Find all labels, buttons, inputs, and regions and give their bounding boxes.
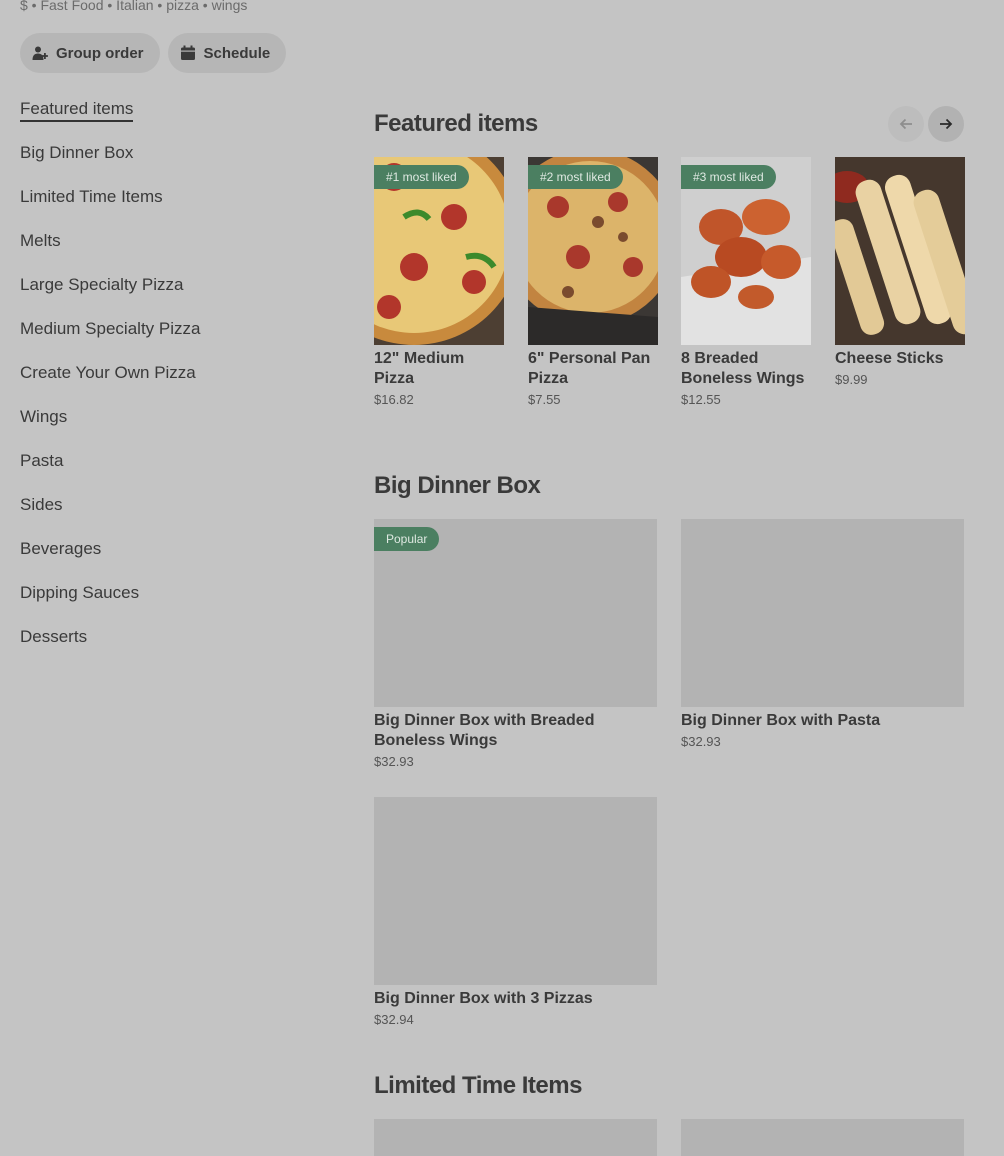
item-name: Big Dinner Box with Pasta (681, 712, 881, 729)
sidebar-item-big-dinner-box[interactable]: Big Dinner Box (20, 136, 320, 180)
sidebar-item-wings[interactable]: Wings (20, 400, 320, 444)
group-order-label: Group order (56, 44, 144, 62)
sidebar-item-desserts[interactable]: Desserts (20, 620, 320, 664)
big-dinner-box-section-title: Big Dinner Box (374, 472, 541, 499)
arrow-left-icon (898, 116, 914, 132)
item-image-placeholder (374, 797, 657, 985)
sidebar-item-melts[interactable]: Melts (20, 224, 320, 268)
calendar-icon (180, 45, 196, 61)
sidebar-item-label: Limited Time Items (20, 187, 163, 206)
featured-item-card[interactable]: #1 most liked 12" Medium Pizza $16.82 (374, 157, 504, 407)
featured-item-card[interactable]: #3 most liked 8 Breaded Boneless Wings $… (681, 157, 811, 407)
category-nav: Featured items Big Dinner Box Limited Ti… (20, 92, 320, 664)
sidebar-item-beverages[interactable]: Beverages (20, 532, 320, 576)
sidebar-item-limited-time-items[interactable]: Limited Time Items (20, 180, 320, 224)
sidebar-item-label: Desserts (20, 627, 88, 646)
featured-item-card[interactable]: Cheese Sticks $9.99 (835, 157, 965, 387)
sidebar-item-label: Sides (20, 495, 63, 514)
item-image-placeholder (681, 1119, 964, 1156)
sidebar-item-label: Big Dinner Box (20, 143, 134, 162)
rank-badge: #2 most liked (528, 165, 623, 189)
item-price: $7.55 (528, 392, 561, 407)
item-image (835, 157, 965, 345)
item-price: $32.93 (374, 754, 414, 769)
group-order-button[interactable]: Group order (20, 33, 160, 73)
sidebar-item-sides[interactable]: Sides (20, 488, 320, 532)
sidebar-item-create-your-own-pizza[interactable]: Create Your Own Pizza (20, 356, 320, 400)
item-image-placeholder (681, 519, 964, 707)
item-name: 12" Medium Pizza (374, 350, 465, 387)
item-price: $32.93 (681, 734, 721, 749)
item-image: #2 most liked (528, 157, 658, 345)
sidebar-item-pasta[interactable]: Pasta (20, 444, 320, 488)
header-actions: Group order Schedule (20, 33, 287, 73)
sidebar-item-label: Beverages (20, 539, 102, 558)
sidebar-item-label: Featured items (20, 99, 134, 122)
menu-item-card[interactable] (681, 1119, 964, 1156)
sidebar-item-label: Medium Specialty Pizza (20, 319, 201, 338)
item-image-placeholder: Popular (374, 519, 657, 707)
schedule-label: Schedule (203, 44, 271, 62)
item-price: $32.94 (374, 1012, 414, 1027)
sidebar-item-featured-items[interactable]: Featured items (20, 92, 320, 136)
item-name: Cheese Sticks (835, 350, 944, 367)
item-price: $12.55 (681, 392, 721, 407)
arrow-right-icon (938, 116, 954, 132)
cheese-sticks-image (835, 157, 965, 345)
popular-badge: Popular (374, 527, 440, 551)
item-image-placeholder (374, 1119, 657, 1156)
carousel-next-button[interactable] (928, 106, 964, 142)
item-name: 8 Breaded Boneless Wings (681, 350, 805, 387)
rank-badge: #1 most liked (374, 165, 469, 189)
featured-item-card[interactable]: #2 most liked 6" Personal Pan Pizza $7.5… (528, 157, 658, 407)
menu-item-card[interactable]: Big Dinner Box with Pasta $32.93 (681, 519, 964, 749)
featured-section-title: Featured items (374, 110, 538, 137)
carousel-prev-button[interactable] (888, 106, 924, 142)
item-image: #1 most liked (374, 157, 504, 345)
item-price: $9.99 (835, 372, 868, 387)
item-name: Big Dinner Box with Breaded Boneless Win… (374, 712, 595, 749)
item-price: $16.82 (374, 392, 414, 407)
menu-item-card[interactable]: Popular Big Dinner Box with Breaded Bone… (374, 519, 657, 769)
sidebar-item-label: Melts (20, 231, 61, 250)
sidebar-item-label: Pasta (20, 451, 64, 470)
item-name: Big Dinner Box with 3 Pizzas (374, 990, 593, 1007)
menu-item-card[interactable]: Big Dinner Box with 3 Pizzas $32.94 (374, 797, 657, 1027)
limited-time-section-title: Limited Time Items (374, 1072, 582, 1099)
menu-item-card[interactable] (374, 1119, 657, 1156)
sidebar-item-medium-specialty-pizza[interactable]: Medium Specialty Pizza (20, 312, 320, 356)
rank-badge: #3 most liked (681, 165, 776, 189)
item-name: 6" Personal Pan Pizza (528, 350, 651, 387)
schedule-button[interactable]: Schedule (167, 33, 287, 73)
sidebar-item-label: Dipping Sauces (20, 583, 140, 602)
restaurant-tagline: $ • Fast Food • Italian • pizza • wings (20, 0, 248, 13)
item-image: #3 most liked (681, 157, 811, 345)
sidebar-item-label: Large Specialty Pizza (20, 275, 184, 294)
sidebar-item-label: Create Your Own Pizza (20, 363, 196, 382)
sidebar-item-large-specialty-pizza[interactable]: Large Specialty Pizza (20, 268, 320, 312)
sidebar-item-dipping-sauces[interactable]: Dipping Sauces (20, 576, 320, 620)
sidebar-item-label: Wings (20, 407, 68, 426)
add-person-icon (32, 45, 48, 61)
